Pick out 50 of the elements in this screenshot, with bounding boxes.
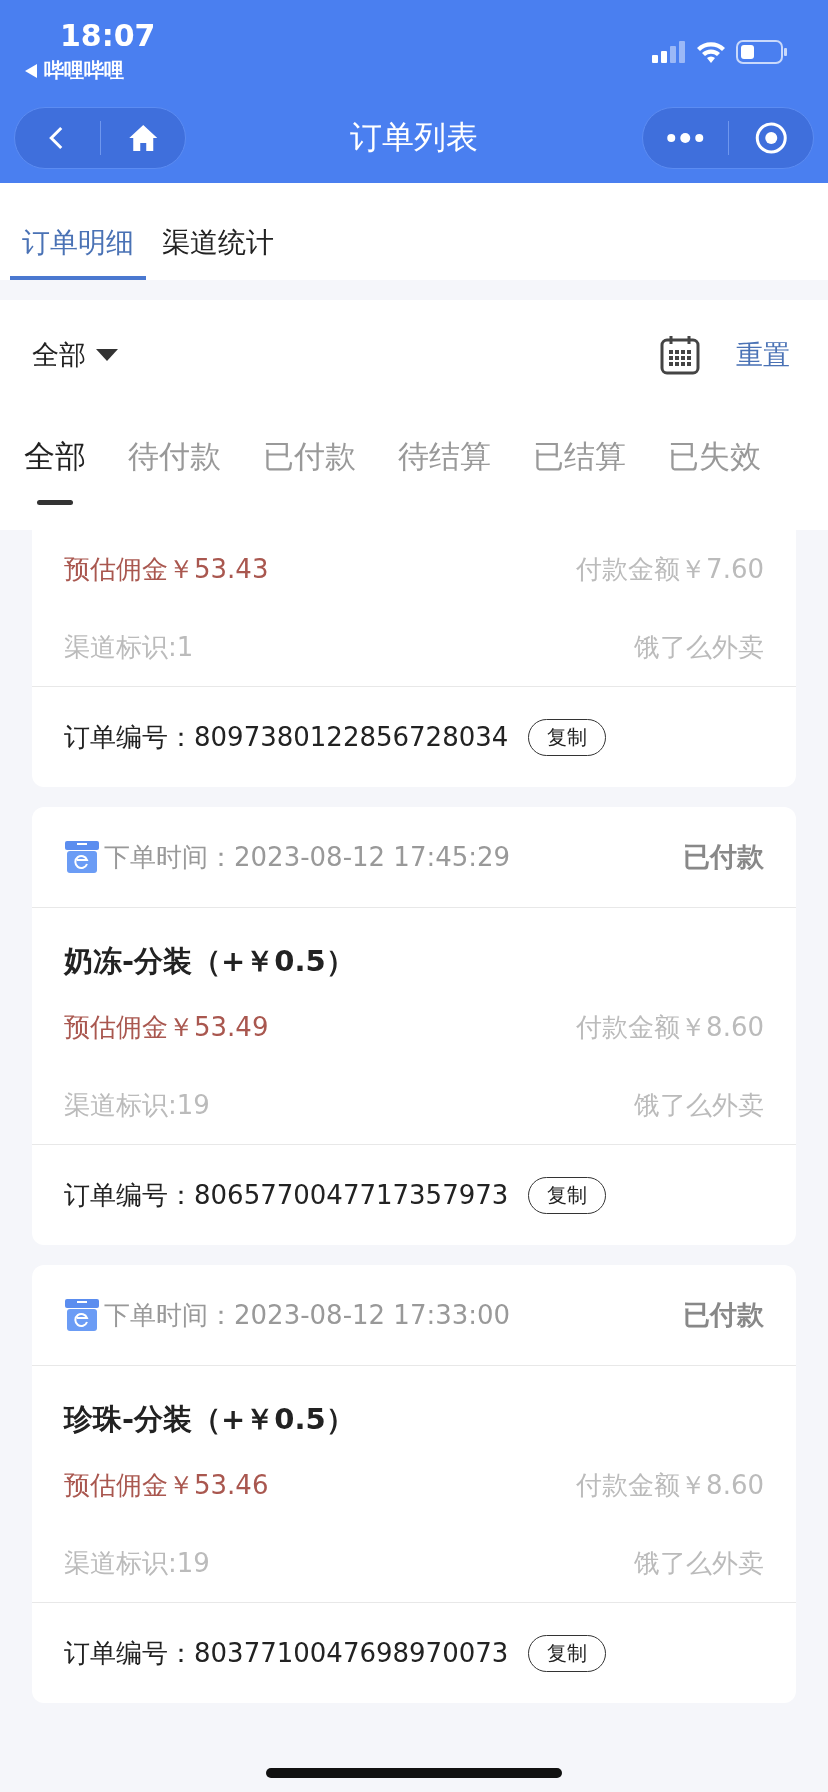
commission-text: 预估佣金￥53.46 <box>64 1468 269 1502</box>
calendar-icon[interactable] <box>660 335 700 375</box>
copy-button[interactable]: 复制 <box>528 718 607 756</box>
reset-button[interactable]: 重置 <box>730 336 796 374</box>
status-tab[interactable]: 已结算 <box>523 410 636 530</box>
channel-id: 渠道标识:1 <box>64 630 194 664</box>
copy-button[interactable]: 复制 <box>528 1634 607 1672</box>
commission-text: 预估佣金￥53.43 <box>64 552 269 586</box>
channel-id: 渠道标识:19 <box>64 1088 210 1122</box>
box-icon <box>64 840 100 874</box>
product-title: 珍珠-分装（+￥0.5） <box>64 1401 356 1438</box>
back-app-label[interactable]: 哔哩哔哩 <box>44 57 124 84</box>
payment-amount: 付款金额￥7.60 <box>576 552 764 586</box>
commission-text: 预估佣金￥53.49 <box>64 1010 269 1044</box>
wifi-icon <box>696 41 726 63</box>
order-time-label: 下单时间： <box>104 1298 234 1332</box>
order-number-label: 订单编号： <box>64 720 194 754</box>
payment-amount: 付款金额￥8.60 <box>576 1010 764 1044</box>
copy-button[interactable]: 复制 <box>528 1176 607 1214</box>
order-status: 已付款 <box>683 1298 764 1332</box>
status-tab[interactable]: 待结算 <box>388 410 501 530</box>
order-time-label: 下单时间： <box>104 840 234 874</box>
order-number-label: 订单编号： <box>64 1178 194 1212</box>
order-time: 2023-08-12 17:45:29 <box>234 842 511 872</box>
page-title: 订单列表 <box>350 116 478 158</box>
status-tab[interactable]: 已失效 <box>658 410 771 530</box>
order-number: 8065770047717357973 <box>194 1180 509 1210</box>
channel-id: 渠道标识:19 <box>64 1546 210 1580</box>
box-icon <box>64 1298 100 1332</box>
order-number: 8097380122856728034 <box>194 722 509 752</box>
platform-name: 饿了么外卖 <box>634 1546 764 1580</box>
platform-name: 饿了么外卖 <box>634 1088 764 1122</box>
battery-icon <box>736 40 788 64</box>
platform-name: 饿了么外卖 <box>634 630 764 664</box>
caret-icon <box>96 349 118 361</box>
status-time: 18:07 <box>60 18 156 53</box>
order-number: 8037710047698970073 <box>194 1638 509 1668</box>
order-number-label: 订单编号： <box>64 1636 194 1670</box>
status-tab[interactable]: 全部 <box>14 410 96 530</box>
signal-icon <box>652 41 686 63</box>
status-tab[interactable]: 待付款 <box>118 410 231 530</box>
status-tab[interactable]: 已付款 <box>253 410 366 530</box>
order-time: 2023-08-12 17:33:00 <box>234 1300 511 1330</box>
payment-amount: 付款金额￥8.60 <box>576 1468 764 1502</box>
view-tab[interactable]: 订单明细 <box>10 183 146 280</box>
product-title: 奶冻-分装（+￥0.5） <box>64 943 356 980</box>
view-tab[interactable]: 渠道统计 <box>150 183 286 280</box>
back-triangle-icon[interactable] <box>24 62 38 79</box>
order-status: 已付款 <box>683 840 764 874</box>
filter-dropdown[interactable]: 全部 <box>32 337 118 373</box>
